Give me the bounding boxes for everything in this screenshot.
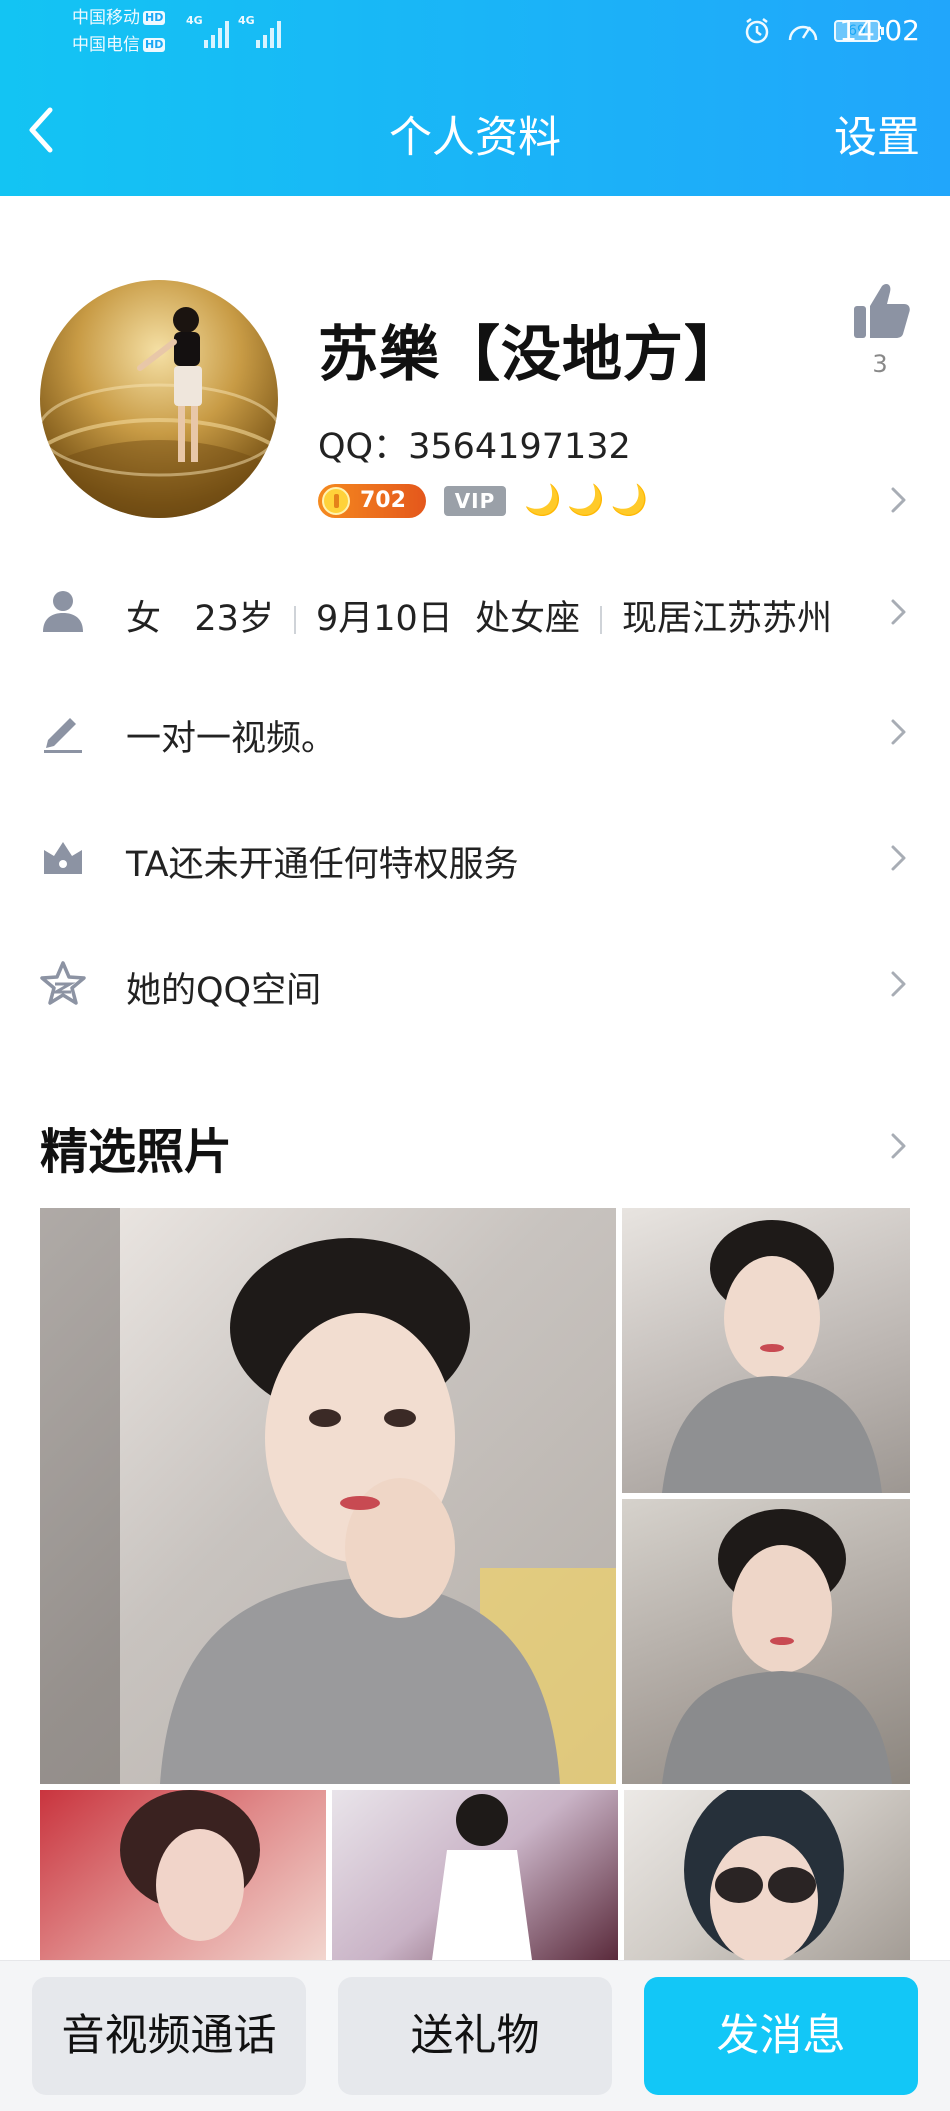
qzone-row[interactable]: 她的QQ空间 — [0, 932, 950, 1032]
qzone-text: 她的QQ空间 — [126, 971, 322, 1011]
alarm-icon — [745, 18, 769, 44]
zodiac: 处女座 — [475, 599, 581, 639]
header-bar: 中国移动 HD 中国电信 HD 4G 4G 69 14:02 个人资料 设置 — [0, 0, 950, 196]
page-title: 个人资料 — [389, 113, 561, 163]
moon-level-icons: 🌙 🌙 🌙 — [524, 484, 648, 518]
carrier-1: 中国移动 HD — [72, 8, 166, 28]
like-count: 3 — [872, 350, 888, 378]
coin-level-badge: 702 — [318, 484, 426, 518]
signature-text: 一对一视频。 — [126, 719, 337, 759]
chevron-right-icon[interactable] — [890, 970, 908, 998]
chevron-right-icon[interactable] — [890, 844, 908, 872]
coin-level: 702 — [360, 488, 406, 513]
network-type-1: 4G — [186, 14, 203, 27]
pencil-icon — [44, 718, 82, 753]
photo-2[interactable] — [622, 1208, 910, 1493]
person-icon — [43, 591, 83, 632]
vip-badge: VIP — [444, 486, 506, 516]
signature-row[interactable]: 一对一视频。 — [0, 680, 950, 780]
moon-icon: 🌙 — [610, 483, 649, 518]
chevron-right-icon[interactable] — [890, 718, 908, 746]
send-message-button[interactable]: 发消息 — [644, 1977, 918, 2095]
crown-icon — [44, 842, 82, 874]
privilege-text: TA还未开通任何特权服务 — [126, 845, 519, 885]
moon-icon: 🌙 — [567, 483, 605, 518]
qq-number: 3564197132 — [408, 427, 631, 467]
network-type-2: 4G — [238, 14, 255, 27]
status-time: 14:02 — [839, 14, 920, 47]
settings-button[interactable]: 设置 — [834, 103, 920, 165]
privilege-row[interactable]: TA还未开通任何特权服务 — [0, 806, 950, 906]
location: 现居江苏苏州 — [622, 599, 833, 639]
moon-icon: 🌙 — [524, 483, 562, 518]
carrier-2: 中国电信 HD — [72, 35, 166, 55]
qzone-star-icon — [40, 961, 86, 1005]
photo-1[interactable] — [40, 1208, 616, 1784]
hd-badge: HD — [143, 38, 166, 52]
video-call-button[interactable]: 音视频通话 — [32, 1977, 306, 2095]
birthday: 9月10日 — [315, 599, 453, 639]
coin-icon — [322, 487, 350, 515]
photo-6[interactable] — [624, 1790, 910, 1960]
gender: 女 — [126, 599, 162, 639]
qq-number-line: QQ：3564197132 — [318, 418, 631, 469]
signal-icon: 4G 4G — [186, 14, 286, 48]
speedometer-icon — [788, 25, 818, 41]
chevron-right-icon[interactable] — [890, 1132, 908, 1160]
basic-info-text: 女 23岁 9月10日 处女座 现居江苏苏州 — [126, 590, 832, 641]
send-gift-button[interactable]: 送礼物 — [338, 1977, 612, 2095]
carrier-1-label: 中国移动 — [72, 8, 140, 28]
chevron-right-icon[interactable] — [890, 598, 908, 626]
status-bar: 中国移动 HD 中国电信 HD 4G 4G 69 14:02 — [0, 0, 950, 62]
level-badges[interactable]: 702 VIP 🌙 🌙 🌙 — [318, 484, 648, 518]
photo-3[interactable] — [622, 1499, 910, 1784]
age: 23岁 — [194, 599, 274, 639]
bottom-action-bar: 音视频通话 送礼物 发消息 — [0, 1960, 950, 2111]
featured-photos-title: 精选照片 — [40, 1124, 233, 1180]
photo-5[interactable] — [332, 1790, 618, 1960]
chevron-right-icon[interactable] — [890, 486, 908, 514]
basic-info-row[interactable]: 女 23岁 9月10日 处女座 现居江苏苏州 — [0, 560, 950, 660]
carrier-2-label: 中国电信 — [72, 35, 140, 55]
hd-badge: HD — [143, 11, 166, 25]
thumbs-up-icon[interactable] — [850, 280, 912, 342]
photo-4[interactable] — [40, 1790, 326, 1960]
avatar[interactable] — [40, 280, 278, 518]
nickname: 苏樂【没地方】 — [318, 320, 745, 390]
qq-label: QQ： — [318, 427, 409, 467]
